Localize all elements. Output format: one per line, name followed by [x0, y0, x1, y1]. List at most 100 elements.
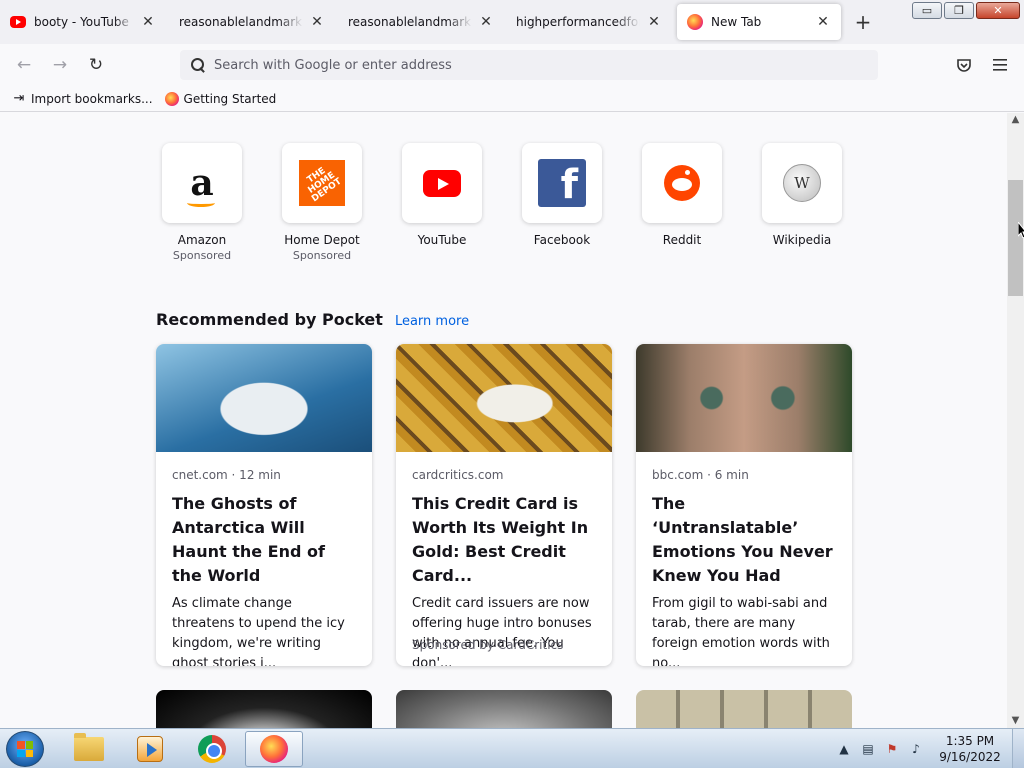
tab-title: reasonablelandmark.com — [179, 15, 303, 29]
search-input[interactable] — [214, 57, 864, 73]
bookmark-label: Getting Started — [183, 91, 277, 106]
minimize-button[interactable]: ▭ — [912, 2, 942, 19]
menu-button[interactable] — [988, 54, 1012, 76]
tab-reasonablelandmark-1[interactable]: reasonablelandmark.com ✕ — [169, 4, 335, 40]
tab-reasonablelandmark-2[interactable]: reasonablelandmark.com ✕ — [338, 4, 504, 40]
card-image[interactable] — [156, 690, 372, 728]
network-icon[interactable]: ▤ — [860, 741, 876, 757]
taskbar-firefox[interactable] — [245, 731, 303, 767]
tab-new-tab[interactable]: New Tab ✕ — [677, 4, 841, 40]
close-icon[interactable]: ✕ — [815, 14, 831, 30]
close-icon[interactable]: ✕ — [309, 14, 325, 30]
site-label: Facebook — [533, 233, 591, 247]
system-tray: ▲ ▤ ⚑ ♪ 1:35 PM 9/16/2022 — [832, 729, 1024, 768]
search-icon — [190, 57, 206, 73]
pocket-cards-row-2 — [156, 690, 852, 728]
pocket-card-sponsored[interactable]: cardcritics.com This Credit Card is Wort… — [396, 344, 612, 666]
close-window-button[interactable]: ✕ — [976, 2, 1020, 19]
chrome-icon — [198, 735, 226, 763]
site-tile[interactable] — [642, 143, 722, 223]
tab-title: New Tab — [711, 15, 762, 29]
card-title: The ‘Untranslatable’ Emotions You Never … — [652, 494, 833, 585]
card-image — [636, 344, 852, 452]
site-label: Amazon — [177, 233, 227, 247]
back-arrow-icon: ← — [16, 55, 32, 75]
action-center-flag-icon[interactable]: ⚑ — [884, 741, 900, 757]
section-title: Recommended by Pocket — [156, 310, 383, 329]
site-label: YouTube — [417, 233, 467, 247]
tab-youtube[interactable]: booty - YouTube ✕ — [0, 4, 166, 40]
url-bar[interactable] — [180, 50, 878, 80]
close-icon[interactable]: ✕ — [478, 14, 494, 30]
sponsor-label: Sponsored by CardCritics — [412, 638, 564, 652]
home-depot-logo-icon: THE HOME DEPOT — [299, 160, 345, 206]
back-button[interactable]: ← — [12, 54, 36, 76]
pocket-card[interactable]: cnet.com · 12 min The Ghosts of Antarcti… — [156, 344, 372, 666]
site-label: Reddit — [662, 233, 702, 247]
site-tile[interactable]: THE HOME DEPOT — [282, 143, 362, 223]
tab-title: reasonablelandmark.com — [348, 15, 472, 29]
show-hidden-icons-icon[interactable]: ▲ — [836, 741, 852, 757]
sponsored-label: Sponsored — [172, 249, 232, 262]
site-tile[interactable]: W — [762, 143, 842, 223]
taskbar-explorer[interactable] — [60, 731, 118, 767]
close-icon[interactable]: ✕ — [646, 14, 662, 30]
taskbar-chrome[interactable] — [183, 731, 241, 767]
reddit-logo-icon — [664, 165, 700, 201]
site-tile[interactable]: f — [522, 143, 602, 223]
hamburger-menu-icon — [993, 59, 1007, 71]
volume-icon[interactable]: ♪ — [908, 741, 924, 757]
pocket-button[interactable] — [952, 54, 976, 76]
firefox-icon — [164, 91, 179, 106]
navigation-toolbar: ← → ↻ — [0, 44, 1024, 86]
top-site-reddit[interactable]: Reddit — [640, 143, 724, 262]
reload-button[interactable]: ↻ — [84, 54, 108, 76]
youtube-icon — [10, 16, 26, 28]
card-image[interactable] — [396, 690, 612, 728]
top-site-amazon[interactable]: a Amazon Sponsored — [160, 143, 244, 262]
card-image — [396, 344, 612, 452]
top-site-home-depot[interactable]: THE HOME DEPOT Home Depot Sponsored — [280, 143, 364, 262]
mouse-cursor-icon — [1018, 222, 1024, 238]
window-controls: ▭ ❐ ✕ — [912, 2, 1020, 19]
card-source: bbc.com · 6 min — [652, 468, 749, 482]
site-label: Wikipedia — [772, 233, 832, 247]
bookmark-import[interactable]: ⇥ Import bookmarks... — [12, 90, 153, 106]
card-title: The Ghosts of Antarctica Will Haunt the … — [172, 494, 325, 585]
windows-taskbar: ▲ ▤ ⚑ ♪ 1:35 PM 9/16/2022 — [0, 728, 1024, 768]
pocket-header: Recommended by Pocket Learn more — [156, 310, 469, 329]
scroll-down-icon[interactable]: ▼ — [1007, 714, 1024, 728]
show-desktop-button[interactable] — [1012, 729, 1024, 768]
new-tab-button[interactable]: + — [853, 12, 873, 32]
pocket-cards: cnet.com · 12 min The Ghosts of Antarcti… — [156, 344, 852, 666]
top-site-youtube[interactable]: YouTube — [400, 143, 484, 262]
amazon-logo-icon: a — [187, 165, 216, 207]
bookmark-label: Import bookmarks... — [31, 91, 153, 106]
taskbar-media-player[interactable] — [121, 731, 179, 767]
vertical-scrollbar[interactable]: ▲ ▼ — [1007, 113, 1024, 728]
tab-highperformance[interactable]: highperformancedformat.com ✕ — [506, 4, 672, 40]
sponsored-label: Sponsored — [292, 249, 352, 262]
media-player-icon — [137, 736, 163, 762]
restore-button[interactable]: ❐ — [944, 2, 974, 19]
scroll-thumb[interactable] — [1008, 180, 1023, 296]
card-description: As climate change threatens to upend the… — [172, 596, 345, 666]
close-icon[interactable]: ✕ — [140, 14, 156, 30]
forward-button[interactable]: → — [48, 54, 72, 76]
tab-title: booty - YouTube — [34, 15, 129, 29]
import-icon: ⇥ — [13, 90, 25, 106]
card-source: cnet.com · 12 min — [172, 468, 281, 482]
bookmark-getting-started[interactable]: Getting Started — [164, 91, 277, 106]
site-tile[interactable]: a — [162, 143, 242, 223]
learn-more-link[interactable]: Learn more — [395, 314, 469, 329]
pocket-card[interactable]: bbc.com · 6 min The ‘Untranslatable’ Emo… — [636, 344, 852, 666]
top-site-wikipedia[interactable]: W Wikipedia — [760, 143, 844, 262]
site-tile[interactable] — [402, 143, 482, 223]
clock-date: 9/16/2022 — [939, 750, 1001, 764]
top-site-facebook[interactable]: f Facebook — [520, 143, 604, 262]
system-clock[interactable]: 1:35 PM 9/16/2022 — [932, 733, 1008, 765]
scroll-up-icon[interactable]: ▲ — [1007, 113, 1024, 127]
firefox-icon — [260, 735, 288, 763]
start-button[interactable] — [6, 731, 44, 767]
card-image[interactable] — [636, 690, 852, 728]
